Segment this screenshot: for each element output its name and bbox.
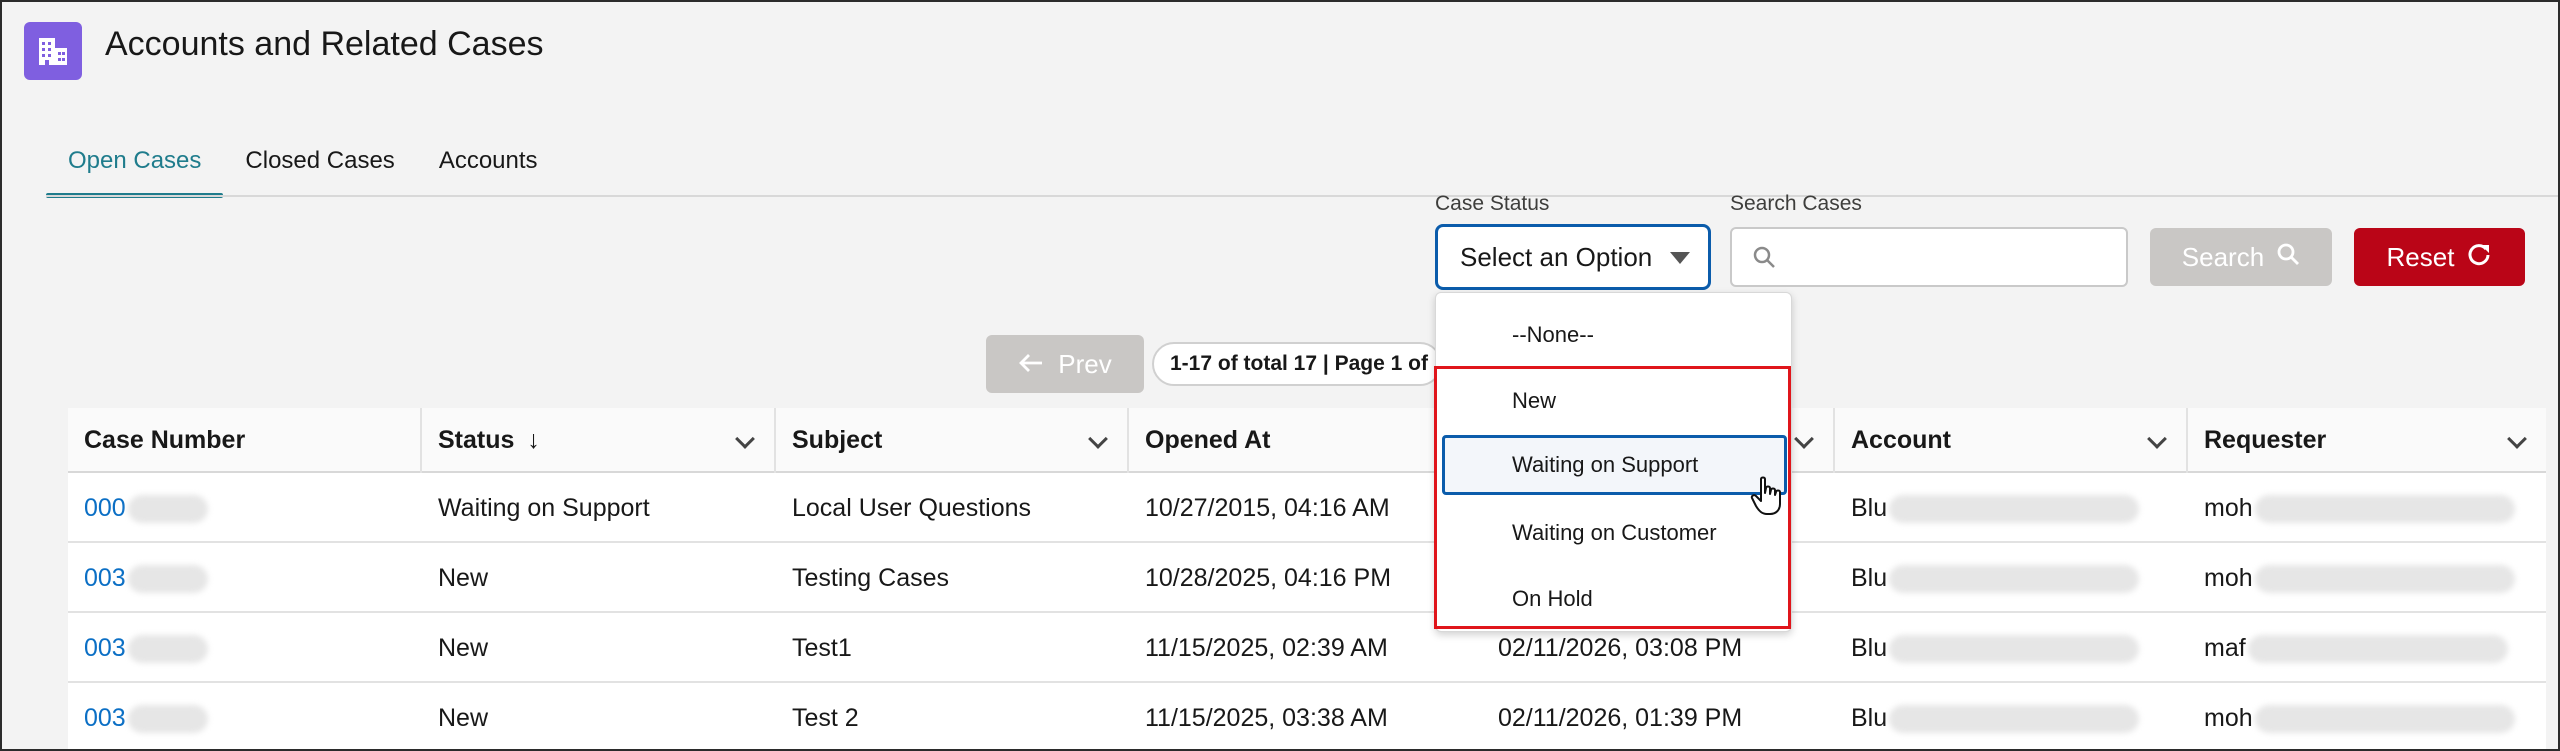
subject-cell: Local User Questions xyxy=(792,494,1032,522)
search-button-label: Search xyxy=(2181,241,2265,272)
status-cell: New xyxy=(438,634,489,662)
case-number-link[interactable]: 003 xyxy=(68,613,208,683)
dropdown-option-waiting-on-support[interactable]: Waiting on Support xyxy=(1442,435,1787,495)
building-icon xyxy=(24,22,82,80)
search-button[interactable]: Search xyxy=(2150,228,2332,286)
prev-button-label: Prev xyxy=(1058,348,1112,379)
chevron-down-icon[interactable] xyxy=(1088,429,1108,449)
opened-at-cell: 10/28/2025, 04:16 PM xyxy=(1145,564,1392,592)
pagination-info: 1-17 of total 17 | Page 1 of xyxy=(1152,342,1442,386)
table-row: 003 New Testing Cases 10/28/2025, 04:16 … xyxy=(68,543,2546,613)
tabs-divider xyxy=(46,195,2558,197)
refresh-icon xyxy=(2466,241,2492,274)
subject-cell: Test1 xyxy=(792,634,852,662)
requester-cell: maf xyxy=(2188,613,2508,683)
cases-table: Case Number Status ↓ Subject Opened At A… xyxy=(68,408,2546,749)
opened-at-cell: 11/15/2025, 03:38 AM xyxy=(1145,704,1388,732)
tab-bar: Open Cases Closed Cases Accounts xyxy=(46,134,560,198)
requester-cell: moh xyxy=(2188,473,2515,543)
dropdown-option-none[interactable]: --None-- xyxy=(1436,305,1793,365)
account-cell: Blu xyxy=(1835,683,2140,749)
account-cell: Blu xyxy=(1835,613,2140,683)
case-status-dropdown: --None-- New Waiting on Support Waiting … xyxy=(1435,292,1792,632)
table-row: 003 New Test 2 11/15/2025, 03:38 AM 02/1… xyxy=(68,683,2546,749)
account-cell: Blu xyxy=(1835,543,2140,613)
table-header: Case Number Status ↓ Subject Opened At A… xyxy=(68,408,2546,473)
case-status-select[interactable]: Select an Option xyxy=(1435,224,1711,290)
sort-arrow-icon: ↓ xyxy=(527,426,540,454)
column-header-requester[interactable]: Requester xyxy=(2188,408,2546,473)
dropdown-option-new[interactable]: New xyxy=(1436,371,1793,431)
table-row: 003 New Test1 11/15/2025, 02:39 AM 02/11… xyxy=(68,613,2546,683)
chevron-down-icon[interactable] xyxy=(735,429,755,449)
modified-at-cell: 02/11/2026, 01:39 PM xyxy=(1498,704,1743,732)
hand-pointer-icon xyxy=(1750,476,1784,521)
column-header-case-number[interactable]: Case Number xyxy=(68,408,422,473)
prev-button[interactable]: Prev xyxy=(986,335,1144,393)
page-title: Accounts and Related Cases xyxy=(105,25,544,63)
case-number-link[interactable]: 003 xyxy=(68,543,208,613)
tab-open-cases[interactable]: Open Cases xyxy=(46,134,224,198)
search-cases-label: Search Cases xyxy=(1730,192,1862,215)
case-status-value: Select an Option xyxy=(1460,241,1653,272)
case-number-link[interactable]: 000 xyxy=(68,473,208,543)
requester-cell: moh xyxy=(2188,543,2515,613)
opened-at-cell: 11/15/2025, 02:39 AM xyxy=(1145,634,1388,662)
case-status-label: Case Status xyxy=(1435,192,1550,215)
column-header-subject[interactable]: Subject xyxy=(776,408,1129,473)
chevron-down-icon[interactable] xyxy=(1794,429,1814,449)
app-frame: Accounts and Related Cases Open Cases Cl… xyxy=(0,0,2560,751)
requester-cell: moh xyxy=(2188,683,2515,749)
status-cell: Waiting on Support xyxy=(438,494,650,522)
dropdown-option-waiting-on-customer[interactable]: Waiting on Customer xyxy=(1436,503,1793,563)
status-cell: New xyxy=(438,704,489,732)
search-icon xyxy=(1752,245,1776,274)
account-cell: Blu xyxy=(1835,473,2140,543)
opened-at-cell: 10/27/2015, 04:16 AM xyxy=(1145,494,1390,522)
reset-button[interactable]: Reset xyxy=(2354,228,2525,286)
subject-cell: Test 2 xyxy=(792,704,859,732)
subject-cell: Testing Cases xyxy=(792,564,950,592)
chevron-down-icon[interactable] xyxy=(2507,429,2527,449)
table-row: 000 Waiting on Support Local User Questi… xyxy=(68,473,2546,543)
column-header-status[interactable]: Status ↓ xyxy=(422,408,776,473)
tab-accounts[interactable]: Accounts xyxy=(417,134,560,198)
chevron-down-icon[interactable] xyxy=(2147,429,2167,449)
search-input[interactable] xyxy=(1788,235,2118,279)
column-header-opened-at[interactable]: Opened At xyxy=(1129,408,1482,473)
column-header-account[interactable]: Account xyxy=(1835,408,2188,473)
search-cases-field[interactable] xyxy=(1730,227,2128,287)
arrow-left-icon xyxy=(1018,349,1044,380)
caret-down-icon xyxy=(1670,252,1690,264)
status-cell: New xyxy=(438,564,489,592)
search-icon xyxy=(2276,242,2300,273)
reset-button-label: Reset xyxy=(2386,241,2455,272)
case-number-link[interactable]: 003 xyxy=(68,683,208,749)
tab-closed-cases[interactable]: Closed Cases xyxy=(223,134,416,198)
dropdown-option-on-hold[interactable]: On Hold xyxy=(1436,569,1793,629)
